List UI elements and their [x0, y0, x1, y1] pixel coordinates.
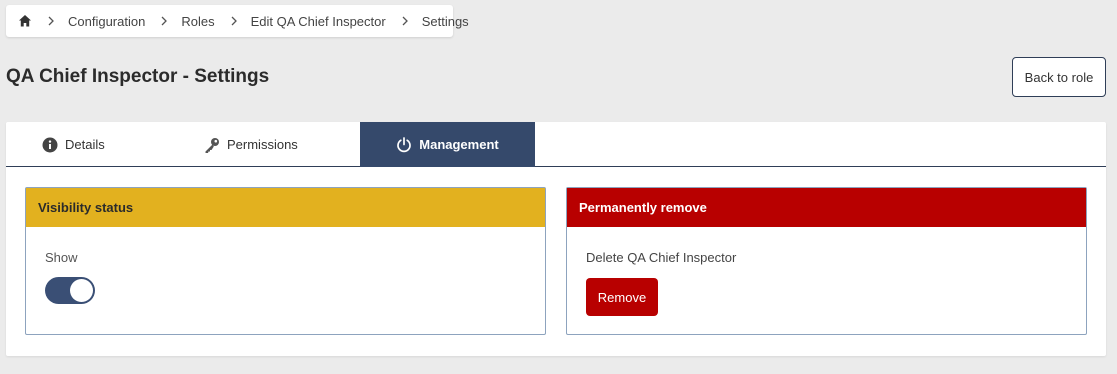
- chevron-right-icon: [401, 16, 409, 26]
- tab-permissions[interactable]: Permissions: [204, 122, 298, 167]
- show-toggle[interactable]: [45, 277, 95, 304]
- breadcrumb-edit-role[interactable]: Edit QA Chief Inspector: [251, 14, 386, 29]
- chevron-right-icon: [230, 16, 238, 26]
- show-label: Show: [45, 250, 78, 265]
- delete-label: Delete QA Chief Inspector: [586, 250, 737, 265]
- home-icon[interactable]: [18, 14, 32, 28]
- permanently-remove-header: Permanently remove: [567, 188, 1086, 227]
- breadcrumb-settings: Settings: [421, 13, 469, 29]
- tab-management[interactable]: Management: [360, 122, 535, 167]
- tab-label: Permissions: [227, 137, 298, 152]
- info-icon: [42, 137, 58, 153]
- chevron-right-icon: [160, 16, 168, 26]
- chevron-right-icon: [47, 16, 55, 26]
- tab-details[interactable]: Details: [42, 122, 105, 167]
- tab-bar: Details Permissions Management: [6, 122, 1106, 167]
- page-title: QA Chief Inspector - Settings: [6, 66, 270, 87]
- toggle-knob: [70, 279, 93, 302]
- breadcrumb-configuration[interactable]: Configuration: [68, 14, 145, 29]
- breadcrumb-roles[interactable]: Roles: [181, 14, 214, 29]
- remove-button[interactable]: Remove: [586, 278, 658, 316]
- tab-label: Management: [419, 137, 499, 152]
- key-icon: [204, 137, 220, 153]
- visibility-status-header: Visibility status: [26, 188, 545, 227]
- permanently-remove-panel: Permanently remove Delete QA Chief Inspe…: [566, 187, 1087, 335]
- breadcrumb: Configuration Roles Edit QA Chief Inspec…: [6, 5, 469, 37]
- power-icon: [396, 136, 412, 153]
- tab-label: Details: [65, 137, 105, 152]
- visibility-status-panel: Visibility status Show: [25, 187, 546, 335]
- settings-card: Details Permissions Management Visibilit…: [6, 122, 1106, 356]
- back-to-role-button[interactable]: Back to role: [1012, 57, 1106, 97]
